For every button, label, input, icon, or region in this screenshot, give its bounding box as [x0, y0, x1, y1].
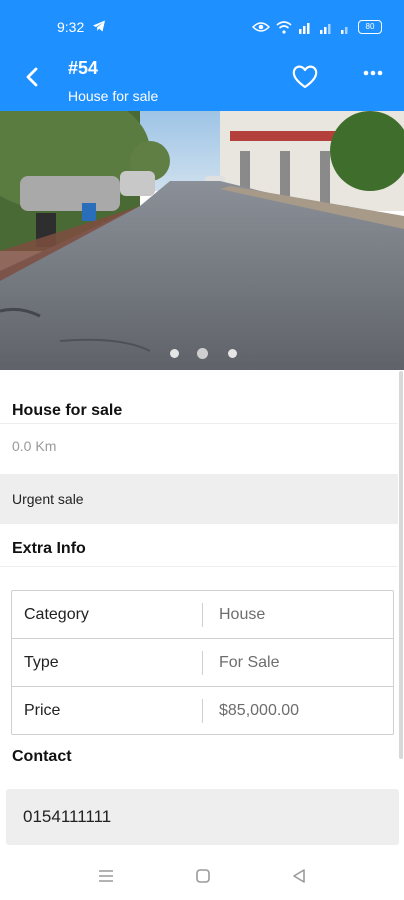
gallery-dot-active[interactable]: [197, 348, 208, 359]
eye-icon: [252, 21, 270, 33]
scrollbar[interactable]: [399, 371, 403, 759]
more-options-button[interactable]: [360, 63, 388, 87]
info-value: For Sale: [219, 654, 280, 671]
gallery-indicator: [0, 345, 404, 359]
listing-note: Urgent sale: [12, 491, 84, 507]
listing-photo[interactable]: [0, 111, 404, 370]
listing-distance: 0.0 Km: [12, 438, 57, 454]
menu-icon[interactable]: [97, 867, 115, 885]
divider: [0, 566, 398, 567]
telegram-icon: [92, 19, 106, 33]
info-row-price: Price $85,000.00: [12, 686, 393, 734]
street-photo-image: [0, 111, 404, 370]
info-value: $85,000.00: [219, 702, 300, 719]
status-icons: 80: [252, 19, 382, 35]
listing-note-box: Urgent sale: [0, 474, 398, 524]
gallery-dot[interactable]: [170, 349, 179, 358]
more-horizontal-icon: [363, 70, 383, 76]
status-time: 9:32: [57, 19, 85, 35]
info-row-category: Category House: [12, 591, 393, 638]
info-label: Price: [24, 702, 61, 719]
home-square-icon[interactable]: [194, 867, 212, 885]
app-header: 9:32 80 #54 House for sale: [0, 0, 404, 111]
contact-phone: 0154111111: [23, 807, 112, 826]
info-label: Type: [24, 654, 59, 671]
extra-info-table: Category House Type For Sale Price $85,0…: [11, 590, 394, 735]
signal-icon: [298, 21, 313, 34]
column-separator: [202, 603, 203, 627]
info-row-type: Type For Sale: [12, 638, 393, 686]
back-triangle-icon[interactable]: [290, 867, 308, 885]
listing-title: House for sale: [12, 402, 123, 419]
status-bar: 9:32 80: [0, 0, 404, 40]
column-separator: [202, 651, 203, 675]
page-title: #54: [68, 58, 99, 78]
contact-phone-button[interactable]: 0154111111: [6, 789, 399, 845]
divider: [0, 423, 398, 424]
chevron-left-icon: [26, 67, 38, 87]
signal-3-icon: [340, 21, 352, 34]
page-subtitle: House for sale: [68, 88, 159, 104]
gallery-dot[interactable]: [228, 349, 237, 358]
contact-heading: Contact: [12, 748, 72, 765]
signal-2-icon: [319, 21, 334, 34]
wifi-icon: [276, 20, 292, 34]
battery-icon: 80: [358, 20, 382, 34]
favorite-button[interactable]: [290, 63, 320, 91]
back-button[interactable]: [20, 64, 46, 90]
extra-info-heading: Extra Info: [12, 540, 86, 557]
info-label: Category: [24, 606, 89, 623]
system-nav-bar: [0, 850, 404, 900]
column-separator: [202, 699, 203, 723]
info-value: House: [219, 606, 266, 623]
heart-outline-icon: [292, 65, 318, 89]
